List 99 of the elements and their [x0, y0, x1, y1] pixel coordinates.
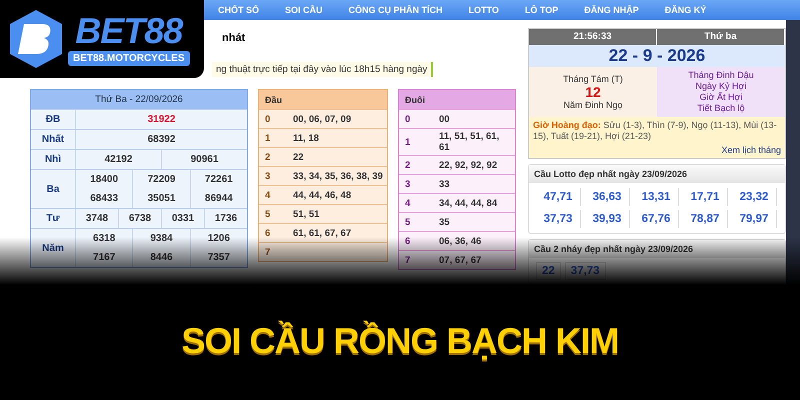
table-cell: 18400 [75, 170, 132, 189]
table-cell-text: 6 [404, 234, 412, 248]
table-cell-text: 0 [404, 112, 412, 126]
table-cell: 68392 [75, 130, 247, 149]
table-cell-text: 7 [404, 254, 412, 268]
table-cell-text: 33 [438, 178, 451, 192]
lotto-pair: 67,76 [634, 210, 679, 228]
month-calendar-link[interactable]: Xem lịch tháng [721, 142, 781, 155]
card-title: Cầu Lotto đẹp nhất ngày 23/09/2026 [529, 165, 785, 183]
table-cell-text: 35 [438, 216, 451, 230]
table-cell: 72209 [132, 170, 190, 189]
lotto-pair: 22 [536, 262, 561, 280]
notice-text: ng thuật trực tiếp tại đây vào lúc 18h15 hàng ngày [212, 62, 434, 77]
table-cell-text: 11, 51, 51, 61, 61 [438, 130, 500, 155]
nav-link[interactable]: ĐĂNG NHẬP [584, 5, 639, 15]
table-cell-text: 5 [404, 216, 412, 230]
can-chi-text: Tháng Đinh Dậu [688, 70, 754, 81]
table-cell: 86944 [190, 189, 247, 208]
table-cell-text: 3 [404, 178, 412, 192]
nav-link[interactable]: SOI CẦU [285, 5, 323, 15]
lunar-day: 12 [585, 84, 601, 100]
table-cell-text: 51, 51 [292, 208, 320, 222]
lotto-pair: 37,73 [536, 210, 581, 228]
lotto-pair: 13,31 [634, 188, 679, 206]
weekday: Thứ ba [657, 29, 785, 45]
table-cell-text: 44, 44, 46, 48 [292, 188, 352, 202]
lotto-pair: 39,93 [585, 210, 630, 228]
table-cell: 6738 [118, 209, 161, 228]
table-cell-text: 6 [264, 226, 272, 240]
lotto-pair: 78,87 [683, 210, 728, 228]
lunar-year: Năm Đinh Ngọ [563, 100, 623, 110]
clock-time: 21:56:33 [529, 29, 657, 45]
table-cell: 6318 [75, 229, 132, 248]
table-cell-text: 34, 44, 44, 84 [438, 196, 498, 210]
table-cell: 31922 [75, 110, 247, 129]
table-cell: 7357 [190, 248, 247, 267]
table-cell-text: 5 [264, 208, 272, 222]
prize-label: Tư [45, 212, 61, 226]
table-cell-text: 7 [264, 246, 272, 260]
table-cell: 9384 [132, 229, 190, 248]
table-cell-text: 06, 36, 46 [438, 234, 482, 248]
prize-label: Nhì [44, 153, 62, 167]
table-cell: 68433 [75, 189, 132, 208]
banner-title: SOI CẦU RỒNG BẠCH KIM [180, 318, 620, 362]
nav-link[interactable]: LOTTO [468, 5, 499, 15]
table-header: Đuôi [399, 90, 515, 109]
lunar-month: Tháng Tám (T) [563, 74, 623, 84]
table-header: Đầu [259, 90, 387, 109]
table-cell-text: 2 [264, 150, 272, 164]
table-cell: 3748 [75, 209, 118, 228]
table-cell-text: 4 [404, 196, 412, 210]
table-cell: 8446 [132, 248, 190, 267]
prize-label: ĐB [44, 113, 62, 127]
lotto-pair: 47,71 [536, 188, 581, 206]
can-chi-text: Ngày Kỷ Hợi [696, 81, 746, 92]
table-cell-text: 3 [264, 170, 272, 184]
table-cell-text: 11, 18 [292, 132, 320, 146]
table-cell: 7167 [75, 248, 132, 267]
lotto-pair: 36,63 [585, 188, 630, 206]
table-cell-text: 1 [404, 136, 412, 150]
calendar-date: 22 - 9 - 2026 [529, 45, 785, 67]
table-cell-text: 07, 67, 67 [438, 254, 482, 268]
lotto-pair: 37,73 [564, 262, 606, 280]
prize-label: Năm [41, 242, 65, 256]
table-cell-text: 22, 92, 92, 92 [438, 158, 498, 172]
table-cell: 1736 [204, 209, 247, 228]
table-cell: 90961 [161, 150, 247, 169]
nav-link[interactable]: ĐĂNG KÝ [664, 5, 706, 15]
page-heading: nhát [222, 32, 246, 44]
logo-icon [8, 8, 64, 70]
nav-link[interactable]: LÔ TOP [524, 5, 558, 15]
table-cell-text: 22 [292, 150, 305, 164]
table-cell: 35051 [132, 189, 190, 208]
table-cell-text: 00, 06, 07, 09 [292, 112, 352, 126]
table-cell-text: 33, 34, 35, 36, 38, 39 [292, 170, 384, 184]
lotto-pair: 23,32 [732, 188, 777, 206]
logo-text: BET88 [75, 12, 182, 48]
prize-label: Nhất [40, 133, 66, 147]
table-cell-text: 0 [264, 112, 272, 126]
table-cell-text: 1 [264, 132, 272, 146]
table-cell: 0331 [161, 209, 204, 228]
table-header: Thứ Ba - 22/09/2026 [31, 90, 247, 109]
can-chi-text: Giờ Ất Hợi [700, 92, 742, 103]
table-cell: 42192 [75, 150, 161, 169]
card-title: Cầu 2 nháy đẹp nhất ngày 23/09/2026 [529, 240, 785, 258]
nav-link[interactable]: CÔNG CỤ PHÂN TÍCH [348, 5, 443, 15]
can-chi-text: Tiết Bạch lộ [697, 103, 745, 114]
table-cell: 1206 [190, 229, 247, 248]
good-hours-text: Giờ Hoàng đạo: Sửu (1-3), Thìn (7-9), Ngọ (11-13), Mùi (13-15), Tuất (19-21), Hợi (21-23) [533, 120, 778, 142]
logo-domain: BET88.MOTORCYCLES [68, 50, 190, 66]
table-cell-text: 61, 61, 67, 67 [292, 226, 352, 240]
lotto-pair: 17,71 [683, 188, 728, 206]
table-cell-text: 4 [264, 188, 272, 202]
table-cell-text: 00 [438, 112, 451, 126]
lotto-pair: 79,97 [732, 210, 777, 228]
table-cell: 72261 [190, 170, 247, 189]
prize-label: Ba [46, 182, 60, 196]
table-cell-text: 2 [404, 158, 412, 172]
nav-link[interactable]: CHỐT SỐ [218, 5, 260, 15]
